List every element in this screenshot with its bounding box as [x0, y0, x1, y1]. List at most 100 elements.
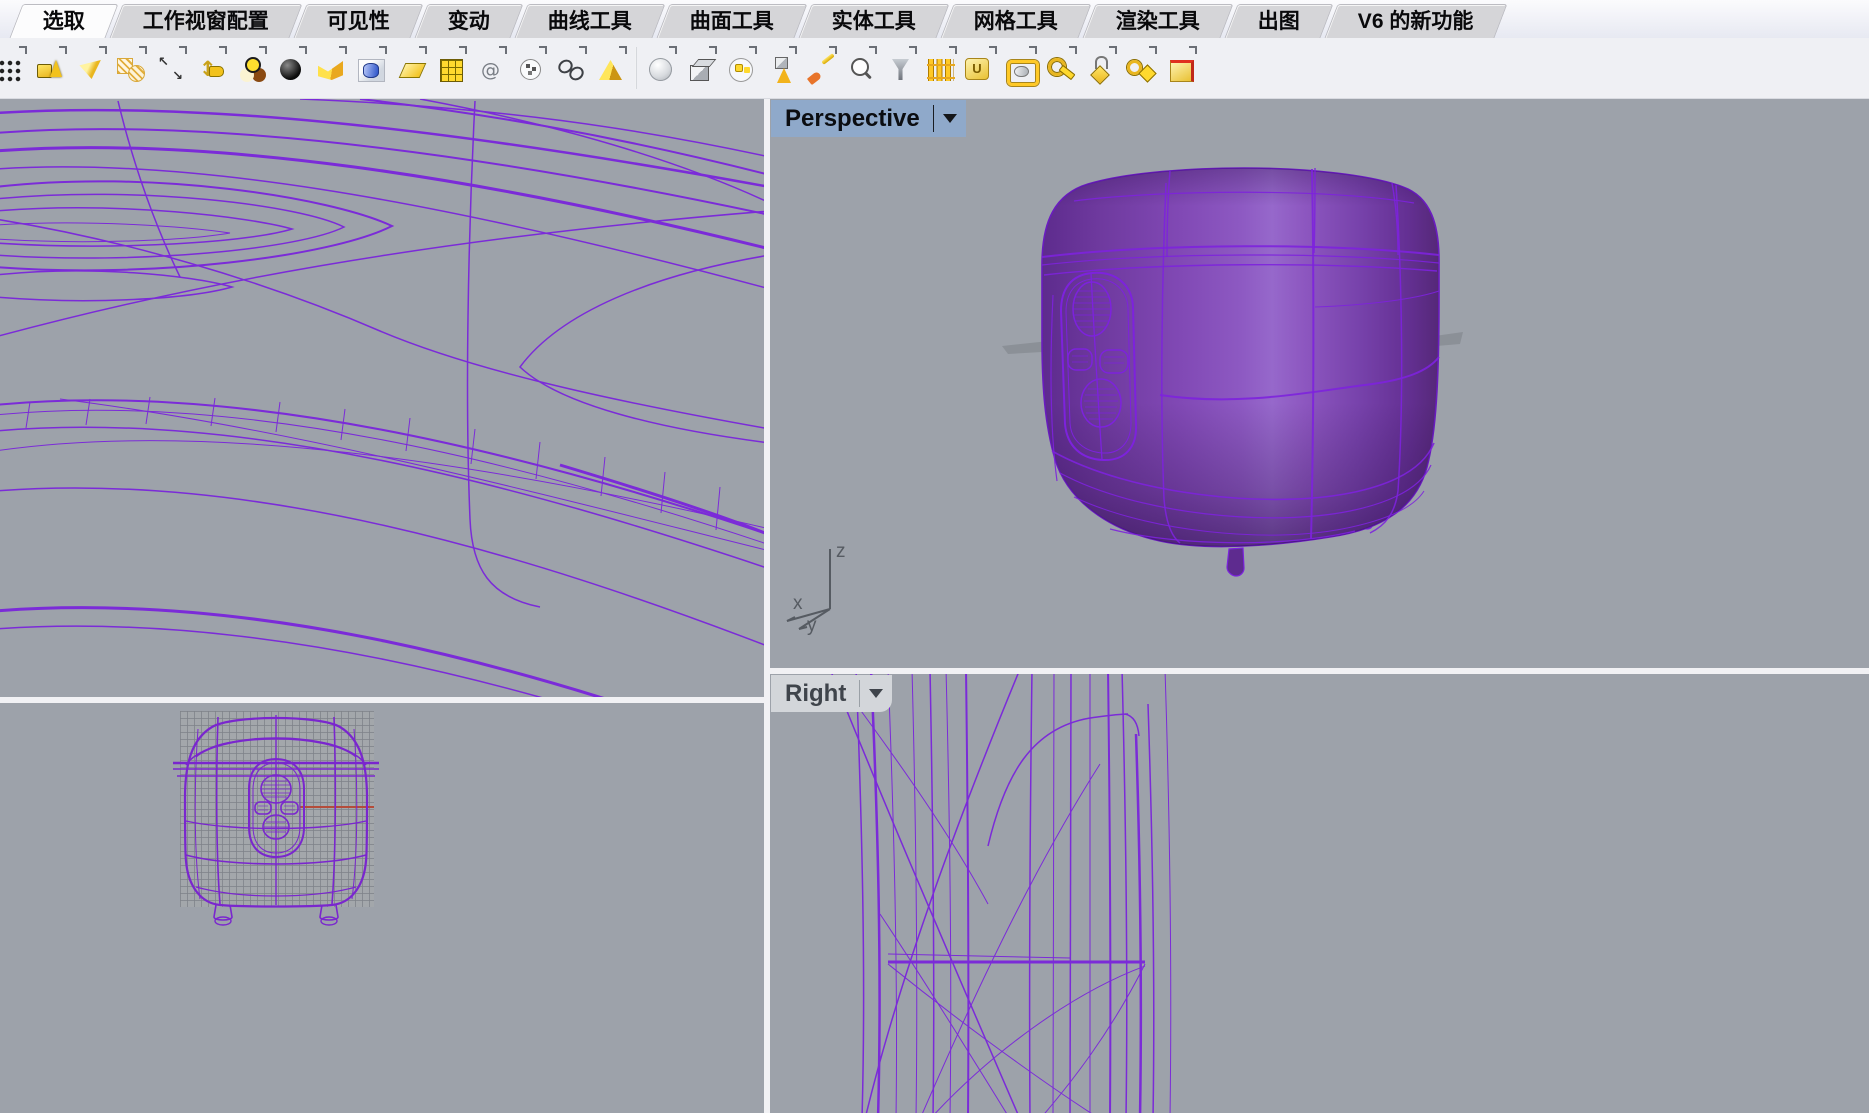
key-button[interactable]	[1042, 43, 1080, 93]
tab-label: 选取	[43, 11, 85, 32]
tab-label: 网格工具	[974, 11, 1058, 32]
grid-surface-icon	[436, 55, 466, 85]
hatch-button[interactable]	[112, 43, 150, 93]
viewport-area: Perspective	[0, 99, 1869, 1113]
blue-cylinder-button[interactable]	[352, 43, 390, 93]
splitter-vertical[interactable]	[764, 99, 770, 1113]
chain-links-button[interactable]	[552, 43, 590, 93]
viewport-top-left[interactable]	[0, 99, 764, 697]
dimension-hand-icon	[196, 55, 226, 85]
grid-snap-dots-button[interactable]	[0, 43, 30, 93]
primitives-group-icon	[766, 55, 796, 85]
hook-tag-button[interactable]	[1082, 43, 1120, 93]
u-direction-box-icon: U	[965, 58, 989, 80]
tab-5[interactable]: 曲线工具	[514, 4, 665, 38]
rhino-app-window: 选取 工作视窗配置 可见性 变动 曲线工具 曲面工具 实体工具 网格工具 渲染工具 出图 V6 的新…	[0, 0, 1869, 1113]
tab-label: 实体工具	[832, 11, 916, 32]
viewport-label-right[interactable]: Right	[771, 675, 892, 712]
splitter-horizontal-left[interactable]	[0, 697, 764, 703]
paintbrush-button[interactable]	[802, 43, 840, 93]
axis-z-label: z	[836, 541, 846, 562]
key-tag-icon	[1126, 55, 1156, 85]
move-scale-arrows-button[interactable]	[152, 43, 190, 93]
selection-filter-button[interactable]	[722, 43, 760, 93]
viewport-right[interactable]: Right	[770, 674, 1869, 1113]
color-wheel-circles-button[interactable]	[232, 43, 270, 93]
cone-button[interactable]	[72, 43, 110, 93]
tab-10[interactable]: 出图	[1224, 4, 1333, 38]
tab-label: 曲线工具	[548, 11, 632, 32]
chevron-down-icon[interactable]	[943, 114, 957, 123]
solids-box-cone-icon	[36, 55, 66, 85]
tab-2[interactable]: 工作视窗配置	[109, 4, 302, 38]
paintbrush-icon	[806, 55, 836, 85]
front-wireframe	[0, 703, 764, 1113]
surface-plane-icon	[396, 55, 426, 85]
magnifier-icon	[846, 55, 876, 85]
magnifier-button[interactable]	[842, 43, 880, 93]
folded-surface-button[interactable]	[312, 43, 350, 93]
grid-snap-dots-icon	[0, 55, 26, 85]
extract-surface-frame-button[interactable]	[1002, 43, 1040, 93]
cplane-axis-icon: z x y	[785, 537, 885, 637]
selection-filter-icon	[726, 55, 756, 85]
red-edge-box-icon	[1166, 55, 1196, 85]
blue-cylinder-icon	[356, 55, 386, 85]
tab-9[interactable]: 渲染工具	[1082, 4, 1233, 38]
pyramid-icon	[596, 55, 626, 85]
tab-label: 出图	[1258, 11, 1300, 32]
hook-tag-icon	[1086, 55, 1116, 85]
move-scale-arrows-icon	[156, 55, 186, 85]
splitter-horizontal-right[interactable]	[770, 668, 1869, 674]
black-sphere-icon	[276, 55, 306, 85]
fence-bars-button[interactable]	[922, 43, 960, 93]
u-direction-box-button[interactable]: U	[962, 43, 1000, 93]
viewport-label-text: Perspective	[785, 105, 920, 133]
red-edge-box-button[interactable]	[1162, 43, 1200, 93]
spiral-button[interactable]	[472, 43, 510, 93]
tab-1[interactable]: 选取	[9, 4, 118, 38]
viewport-label-text: Right	[785, 680, 846, 708]
ghosted-cube-button[interactable]	[682, 43, 720, 93]
tab-11[interactable]: V6 的新功能	[1324, 4, 1507, 38]
surface-plane-button[interactable]	[392, 43, 430, 93]
tab-label: 工作视窗配置	[143, 11, 269, 32]
toolbar: U	[0, 38, 1869, 99]
hatch-icon	[116, 55, 146, 85]
tab-label: 变动	[448, 11, 490, 32]
model-foot	[1227, 548, 1244, 576]
select-small-objects-button[interactable]	[512, 43, 550, 93]
extract-surface-frame-icon	[1006, 55, 1036, 85]
axis-y-label: y	[807, 615, 817, 636]
tab-6[interactable]: 曲面工具	[656, 4, 807, 38]
viewport-front[interactable]	[0, 703, 764, 1113]
chevron-down-icon[interactable]	[869, 689, 883, 698]
key-tag-button[interactable]	[1122, 43, 1160, 93]
viewport-label-perspective[interactable]: Perspective	[771, 100, 966, 137]
right-wireframe	[770, 674, 1869, 1113]
black-sphere-button[interactable]	[272, 43, 310, 93]
toolbar-separator	[635, 47, 637, 89]
folded-surface-icon	[316, 55, 346, 85]
tab-bar: 选取 工作视窗配置 可见性 变动 曲线工具 曲面工具 实体工具 网格工具 渲染工具 出图 V6 的新…	[0, 0, 1869, 38]
shaded-sphere-icon	[646, 55, 676, 85]
perspective-canvas	[770, 99, 1869, 668]
tab-7[interactable]: 实体工具	[798, 4, 949, 38]
tab-8[interactable]: 网格工具	[940, 4, 1091, 38]
pyramid-button[interactable]	[592, 43, 630, 93]
tab-label: 渲染工具	[1116, 11, 1200, 32]
tab-4[interactable]: 变动	[414, 4, 523, 38]
shaded-sphere-button[interactable]	[642, 43, 680, 93]
label-separator	[859, 680, 860, 707]
viewport-perspective[interactable]: Perspective	[770, 99, 1869, 668]
grid-surface-button[interactable]	[432, 43, 470, 93]
primitives-group-button[interactable]	[762, 43, 800, 93]
chain-links-icon	[556, 55, 586, 85]
solids-box-cone-button[interactable]	[32, 43, 70, 93]
ghosted-cube-icon	[686, 55, 716, 85]
tab-3[interactable]: 可见性	[293, 4, 423, 38]
rice-cooker-model[interactable]	[1042, 168, 1439, 547]
key-icon	[1046, 55, 1076, 85]
filter-funnel-button[interactable]	[882, 43, 920, 93]
dimension-hand-button[interactable]	[192, 43, 230, 93]
